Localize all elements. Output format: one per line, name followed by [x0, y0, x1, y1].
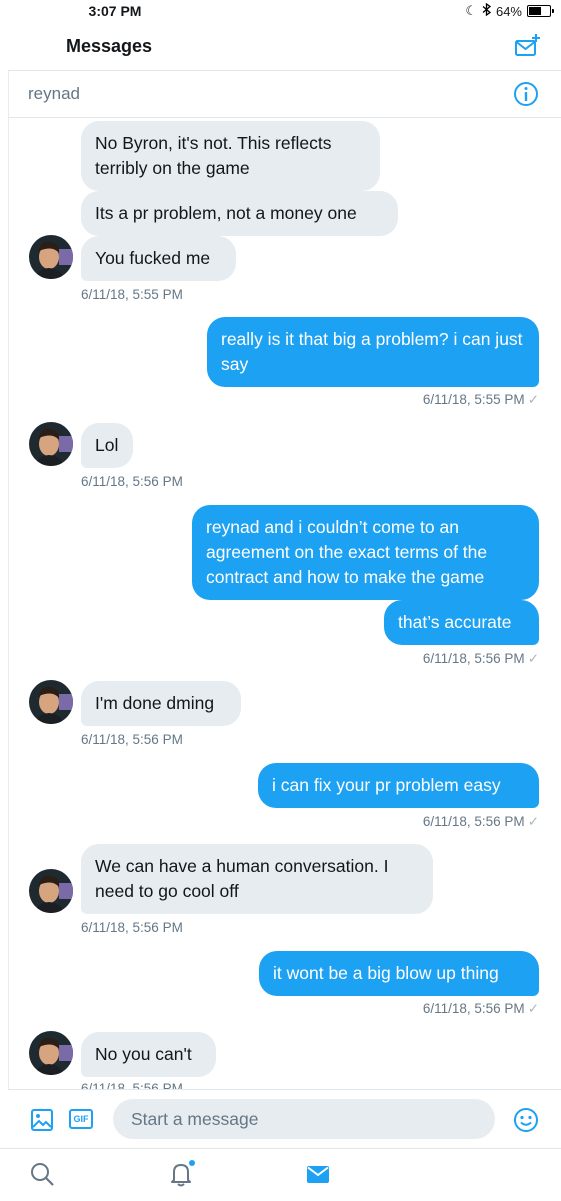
tab-bar: [0, 1148, 561, 1201]
notifications-icon[interactable]: [168, 1160, 195, 1187]
message-bubble-incoming[interactable]: We can have a human conversation. I need…: [81, 844, 433, 914]
message-timestamp: 6/11/18, 5:56 PM ✓: [422, 1001, 539, 1016]
avatar[interactable]: [29, 1031, 73, 1075]
image-icon[interactable]: [30, 1108, 54, 1132]
message-timestamp: 6/11/18, 5:56 PM: [81, 732, 183, 747]
status-bar: 3:07 PM ☾ 64%: [0, 0, 561, 22]
messages-icon[interactable]: [305, 1161, 331, 1187]
message-bubble-incoming[interactable]: Its a pr problem, not a money one: [81, 191, 398, 236]
message-bubble-outgoing[interactable]: it wont be a big blow up thing: [259, 951, 539, 996]
read-check-icon: ✓: [527, 392, 539, 407]
message-timestamp: 6/11/18, 5:55 PM ✓: [422, 392, 539, 407]
new-message-icon[interactable]: [513, 32, 541, 60]
avatar[interactable]: [29, 869, 73, 913]
emoji-icon[interactable]: [513, 1107, 539, 1133]
message-bubble-outgoing[interactable]: reynad and i couldn’t come to an agreeme…: [192, 505, 539, 600]
page-title: Messages: [66, 36, 153, 56]
battery-percent: 64%: [495, 3, 522, 19]
message-bubble-outgoing[interactable]: really is it that big a problem? i can j…: [207, 317, 539, 387]
message-bubble-incoming[interactable]: Lol: [81, 423, 133, 468]
message-composer: GIF: [8, 1089, 561, 1148]
message-bubble-incoming[interactable]: I'm done dming: [81, 681, 241, 726]
message-input[interactable]: [113, 1099, 495, 1139]
conversation-header: reynad: [8, 70, 561, 118]
conversation-name[interactable]: reynad: [28, 84, 80, 104]
message-timestamp: 6/11/18, 5:56 PM ✓: [422, 814, 539, 829]
read-check-icon: ✓: [527, 1001, 539, 1016]
message-bubble-incoming[interactable]: No Byron, it's not. This reflects terrib…: [81, 121, 380, 191]
message-timestamp: 6/11/18, 5:56 PM: [81, 920, 183, 935]
read-check-icon: ✓: [527, 814, 539, 829]
message-bubble-outgoing[interactable]: that’s accurate: [384, 600, 539, 645]
message-bubble-incoming[interactable]: No you can't: [81, 1032, 216, 1077]
battery-level: [529, 7, 541, 15]
status-indicators: ☾ 64%: [465, 2, 554, 19]
search-icon[interactable]: [29, 1161, 55, 1187]
moon-icon: ☾: [465, 3, 477, 18]
battery-icon: [527, 5, 554, 17]
avatar[interactable]: [29, 422, 73, 466]
gif-button[interactable]: GIF: [69, 1109, 93, 1129]
message-bubble-outgoing[interactable]: i can fix your pr problem easy: [258, 763, 539, 808]
message-thread[interactable]: No Byron, it's not. This reflects terrib…: [9, 117, 561, 1089]
avatar[interactable]: [29, 680, 73, 724]
info-icon[interactable]: [513, 81, 539, 107]
message-timestamp: 6/11/18, 5:56 PM ✓: [422, 651, 539, 666]
nav-header: Messages: [0, 22, 561, 70]
read-check-icon: ✓: [527, 651, 539, 666]
message-bubble-incoming[interactable]: You fucked me: [81, 236, 236, 281]
avatar[interactable]: [29, 235, 73, 279]
message-timestamp: 6/11/18, 5:55 PM: [81, 287, 183, 302]
bluetooth-icon: [482, 2, 492, 19]
status-time: 3:07 PM: [88, 3, 142, 19]
message-timestamp: 6/11/18, 5:56 PM: [81, 1081, 183, 1089]
notification-dot: [189, 1160, 195, 1166]
message-timestamp: 6/11/18, 5:56 PM: [81, 474, 183, 489]
